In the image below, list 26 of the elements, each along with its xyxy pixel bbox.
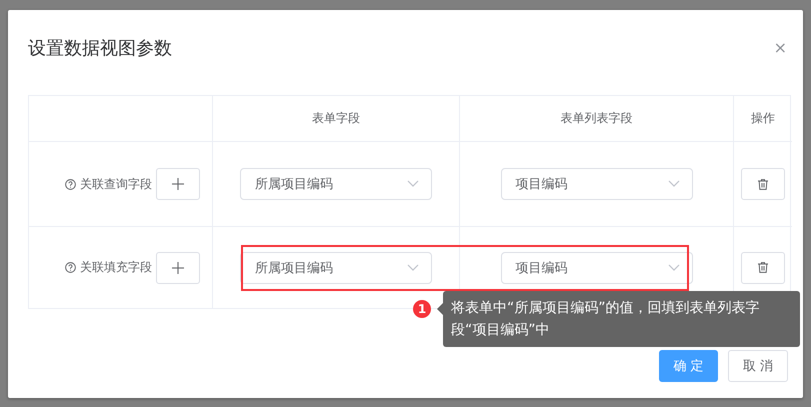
annotation-text: 将表单中“所属项目编码”的值，回填到表单列表字段“项目编码”中	[451, 300, 760, 338]
chevron-down-icon	[407, 264, 419, 272]
delete-button[interactable]	[741, 252, 785, 284]
chevron-down-icon	[407, 180, 419, 188]
delete-button[interactable]	[741, 168, 785, 200]
column-header: 表单字段	[312, 110, 360, 127]
select-field[interactable]: 项目编码	[500, 252, 692, 284]
select-field[interactable]: 所属项目编码	[240, 252, 432, 284]
plus-icon	[172, 262, 184, 274]
plus-icon	[172, 178, 184, 190]
help-icon	[65, 178, 76, 190]
close-button[interactable]: ×	[774, 38, 787, 57]
dialog-title: 设置数据视图参数	[28, 36, 172, 60]
trash-icon	[758, 262, 768, 273]
row-label: 关联填充字段	[80, 259, 152, 276]
select-field[interactable]: 项目编码	[500, 168, 692, 200]
step-badge: 1	[413, 300, 431, 318]
column-header: 操作	[751, 110, 775, 127]
chevron-down-icon	[668, 264, 680, 272]
chevron-down-icon	[668, 180, 680, 188]
cancel-button[interactable]: 取 消	[728, 350, 788, 382]
select-field[interactable]: 所属项目编码	[240, 168, 432, 200]
help-icon	[65, 262, 76, 273]
row-label: 关联查询字段	[80, 176, 152, 192]
column-header: 表单列表字段	[560, 110, 632, 127]
trash-icon	[758, 178, 768, 190]
